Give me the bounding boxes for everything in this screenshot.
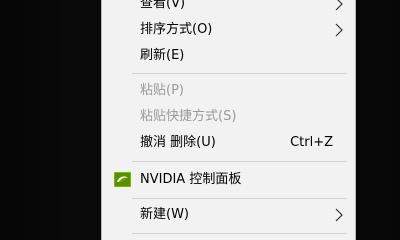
menu-item-new[interactable]: 新建(W) — [102, 204, 355, 226]
chevron-right-icon — [335, 23, 343, 37]
menu-separator — [132, 161, 346, 162]
desktop-context-menu: 查看(V) 排序方式(O) 刷新(E) 粘贴(P) 粘贴快捷方式(S) 撤消 删… — [101, 0, 356, 240]
menu-item-sort-by[interactable]: 排序方式(O) — [102, 19, 355, 41]
menu-item-nvidia-control-panel[interactable]: NVIDIA 控制面板 — [102, 169, 355, 191]
menu-item-view-label: 查看(V) — [140, 0, 186, 11]
menu-item-paste-shortcut: 粘贴快捷方式(S) — [102, 106, 355, 128]
menu-item-new-label: 新建(W) — [140, 207, 189, 222]
chevron-right-icon — [335, 0, 343, 11]
menu-item-nvidia-control-panel-label: NVIDIA 控制面板 — [140, 172, 242, 187]
menu-item-view[interactable]: 查看(V) — [102, 0, 355, 15]
menu-item-paste-shortcut-label: 粘贴快捷方式(S) — [140, 109, 237, 124]
menu-item-refresh[interactable]: 刷新(E) — [102, 45, 355, 67]
menu-item-paste-label: 粘贴(P) — [140, 83, 184, 98]
menu-item-refresh-label: 刷新(E) — [140, 48, 185, 63]
chevron-right-icon — [335, 208, 343, 222]
menu-item-sort-by-label: 排序方式(O) — [140, 22, 213, 37]
menu-separator — [132, 233, 346, 234]
nvidia-icon — [114, 172, 131, 187]
menu-item-undo-delete-label: 撤消 删除(U) — [140, 135, 216, 150]
menu-separator — [132, 73, 346, 74]
menu-separator — [132, 198, 346, 199]
menu-item-undo-delete[interactable]: 撤消 删除(U) Ctrl+Z — [102, 132, 355, 154]
menu-item-undo-delete-shortcut: Ctrl+Z — [290, 135, 333, 150]
menu-item-paste: 粘贴(P) — [102, 80, 355, 102]
